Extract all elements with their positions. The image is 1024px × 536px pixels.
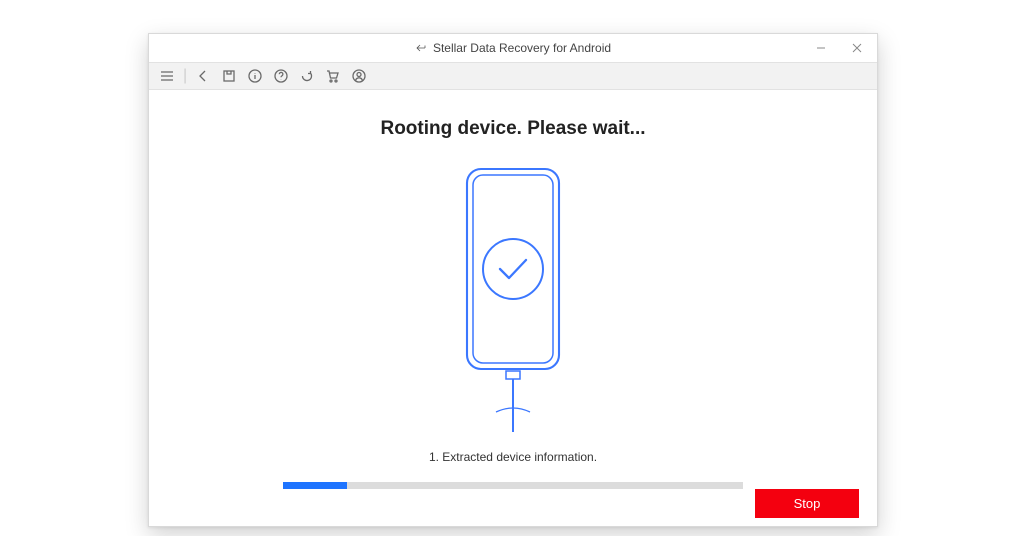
progress-bar — [283, 482, 743, 489]
progress-fill — [283, 482, 347, 489]
close-icon — [852, 43, 862, 53]
title-bar: Stellar Data Recovery for Android — [149, 34, 877, 62]
user-icon[interactable] — [351, 68, 367, 84]
save-icon[interactable] — [221, 68, 237, 84]
help-icon[interactable] — [273, 68, 289, 84]
cart-icon[interactable] — [325, 68, 341, 84]
main-content: Rooting device. Please wait... 1. Extrac… — [149, 90, 877, 489]
minimize-icon — [816, 43, 826, 53]
back-arrow-icon — [415, 42, 427, 54]
step-text: 1. Extracted device information. — [149, 450, 877, 464]
status-heading: Rooting device. Please wait... — [149, 118, 877, 140]
back-icon[interactable] — [195, 68, 211, 84]
app-title: Stellar Data Recovery for Android — [149, 41, 877, 55]
app-title-text: Stellar Data Recovery for Android — [433, 41, 611, 55]
menu-icon[interactable] — [159, 68, 175, 84]
app-window: Stellar Data Recovery for Android | — [148, 33, 878, 527]
phone-icon — [448, 164, 578, 434]
device-illustration — [448, 164, 578, 434]
close-button[interactable] — [839, 34, 875, 62]
minimize-button[interactable] — [803, 34, 839, 62]
stop-button[interactable]: Stop — [755, 489, 859, 518]
refresh-icon[interactable] — [299, 68, 315, 84]
separator: | — [183, 67, 187, 85]
info-icon[interactable] — [247, 68, 263, 84]
toolbar: | — [149, 62, 877, 90]
